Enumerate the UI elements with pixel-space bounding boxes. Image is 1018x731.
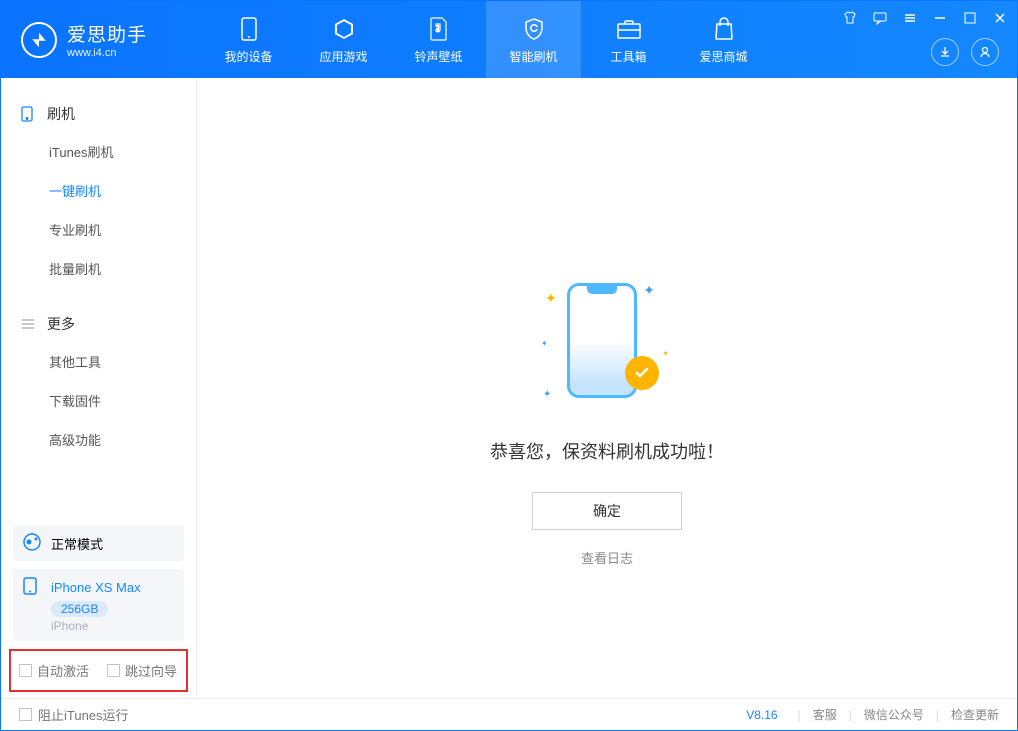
minimize-icon[interactable] [931, 9, 949, 27]
confirm-button[interactable]: 确定 [532, 492, 682, 530]
options-checkbox-row: 自动激活 跳过向导 [9, 649, 188, 692]
device-mode-box[interactable]: 正常模式 [13, 525, 184, 561]
device-storage: 256GB [51, 601, 108, 617]
logo-area: 爱思助手 www.i4.cn [1, 20, 201, 59]
nav-tabs: 我的设备 应用游戏 铃声壁纸 智能刷机 工具箱 爱思商城 [201, 1, 771, 78]
checkbox-icon [19, 664, 32, 677]
nav-tab-toolbox[interactable]: 工具箱 [581, 1, 676, 78]
sidebar-bottom: 正常模式 iPhone XS Max 256GB iPhone 自动激活 跳过向… [1, 517, 196, 700]
sparkle-icon: ✦ [543, 389, 551, 400]
checkbox-auto-activate[interactable]: 自动激活 [19, 661, 89, 680]
app-header: 爱思助手 www.i4.cn 我的设备 应用游戏 铃声壁纸 智能刷机 工具箱 爱… [1, 1, 1017, 78]
logo-text: 爱思助手 www.i4.cn [67, 20, 147, 59]
nav-tab-label: 铃声壁纸 [414, 48, 462, 65]
device-type: iPhone [51, 619, 88, 633]
sidebar-header-label: 刷机 [47, 104, 75, 124]
sidebar-section-flash: 刷机 iTunes刷机 一键刷机 专业刷机 批量刷机 [1, 78, 196, 288]
checkbox-skip-guide[interactable]: 跳过向导 [107, 661, 177, 680]
footer: 阻止iTunes运行 V8.16 | 客服 | 微信公众号 | 检查更新 [1, 698, 1017, 730]
checkbox-label: 自动激活 [37, 661, 89, 680]
mode-icon [23, 533, 43, 553]
device-mode-label: 正常模式 [51, 534, 103, 553]
sidebar-item-pro-flash[interactable]: 专业刷机 [1, 210, 196, 249]
check-update-link[interactable]: 检查更新 [951, 706, 999, 723]
menu-icon[interactable] [901, 9, 919, 27]
nav-tab-my-device[interactable]: 我的设备 [201, 1, 296, 78]
download-icon[interactable] [931, 38, 959, 66]
device-icon [21, 106, 37, 122]
nav-tab-label: 工具箱 [610, 48, 646, 65]
device-info-row: iPhone XS Max [23, 577, 141, 597]
cube-icon [332, 15, 356, 43]
nav-tab-ringtones[interactable]: 铃声壁纸 [391, 1, 486, 78]
nav-tab-label: 爱思商城 [699, 48, 747, 65]
phone-notch [587, 286, 617, 294]
app-url: www.i4.cn [67, 47, 147, 59]
device-name: iPhone XS Max [51, 580, 141, 595]
sidebar-header-flash: 刷机 [1, 96, 196, 132]
sidebar-item-oneclick-flash[interactable]: 一键刷机 [1, 171, 196, 210]
sparkle-icon: ✦ [541, 339, 548, 348]
checkbox-label: 跳过向导 [125, 661, 177, 680]
checkbox-label: 阻止iTunes运行 [38, 705, 129, 724]
sidebar-item-download-firmware[interactable]: 下载固件 [1, 381, 196, 420]
nav-tab-store[interactable]: 爱思商城 [676, 1, 771, 78]
footer-right: V8.16 | 客服 | 微信公众号 | 检查更新 [746, 706, 999, 723]
sparkle-icon: ✦ [545, 290, 557, 307]
header-right-icons [931, 38, 999, 66]
user-icon[interactable] [971, 38, 999, 66]
music-file-icon [429, 15, 449, 43]
sidebar-section-more: 更多 其他工具 下载固件 高级功能 [1, 288, 196, 459]
sidebar-header-label: 更多 [47, 314, 75, 334]
feedback-icon[interactable] [871, 9, 889, 27]
divider: | [936, 708, 939, 722]
checkbox-stop-itunes[interactable]: 阻止iTunes运行 [19, 705, 129, 724]
window-controls [841, 9, 1009, 27]
sidebar-item-advanced[interactable]: 高级功能 [1, 420, 196, 459]
shirt-icon[interactable] [841, 9, 859, 27]
customer-service-link[interactable]: 客服 [813, 706, 837, 723]
nav-tab-flash[interactable]: 智能刷机 [486, 1, 581, 78]
nav-tab-apps[interactable]: 应用游戏 [296, 1, 391, 78]
toolbox-icon [616, 15, 642, 43]
sparkle-icon: ✦ [662, 349, 669, 358]
version-label: V8.16 [746, 708, 777, 722]
checkbox-icon [107, 664, 120, 677]
divider: | [849, 708, 852, 722]
phone-icon [241, 15, 257, 43]
nav-tab-label: 应用游戏 [319, 48, 367, 65]
close-icon[interactable] [991, 9, 1009, 27]
list-icon [21, 316, 37, 332]
app-body: 刷机 iTunes刷机 一键刷机 专业刷机 批量刷机 更多 其他工具 下载固件 … [1, 78, 1017, 700]
checkbox-icon [19, 708, 32, 721]
sidebar-item-other-tools[interactable]: 其他工具 [1, 342, 196, 381]
check-badge-icon [625, 356, 659, 390]
view-log-link[interactable]: 查看日志 [490, 548, 724, 567]
success-panel: ✦ ✦ ✦ ✦ ✦ 恭喜您，保资料刷机成功啦！ 确定 查看日志 [490, 278, 724, 567]
sidebar-header-more: 更多 [1, 306, 196, 342]
phone-small-icon [23, 577, 43, 597]
sidebar-item-itunes-flash[interactable]: iTunes刷机 [1, 132, 196, 171]
success-illustration: ✦ ✦ ✦ ✦ ✦ [537, 278, 677, 408]
sparkle-icon: ✦ [643, 282, 655, 299]
wechat-link[interactable]: 微信公众号 [864, 706, 924, 723]
app-title: 爱思助手 [67, 20, 147, 47]
device-info-box[interactable]: iPhone XS Max 256GB iPhone [13, 569, 184, 641]
nav-tab-label: 智能刷机 [509, 48, 557, 65]
shield-refresh-icon [522, 15, 546, 43]
footer-left: 阻止iTunes运行 [19, 705, 129, 724]
divider: | [798, 708, 801, 722]
main-content: ✦ ✦ ✦ ✦ ✦ 恭喜您，保资料刷机成功啦！ 确定 查看日志 [197, 78, 1017, 700]
bag-icon [713, 15, 735, 43]
app-logo-icon [21, 22, 57, 58]
success-message: 恭喜您，保资料刷机成功啦！ [490, 438, 724, 464]
maximize-icon[interactable] [961, 9, 979, 27]
nav-tab-label: 我的设备 [224, 48, 272, 65]
sidebar: 刷机 iTunes刷机 一键刷机 专业刷机 批量刷机 更多 其他工具 下载固件 … [1, 78, 197, 700]
sidebar-item-batch-flash[interactable]: 批量刷机 [1, 249, 196, 288]
